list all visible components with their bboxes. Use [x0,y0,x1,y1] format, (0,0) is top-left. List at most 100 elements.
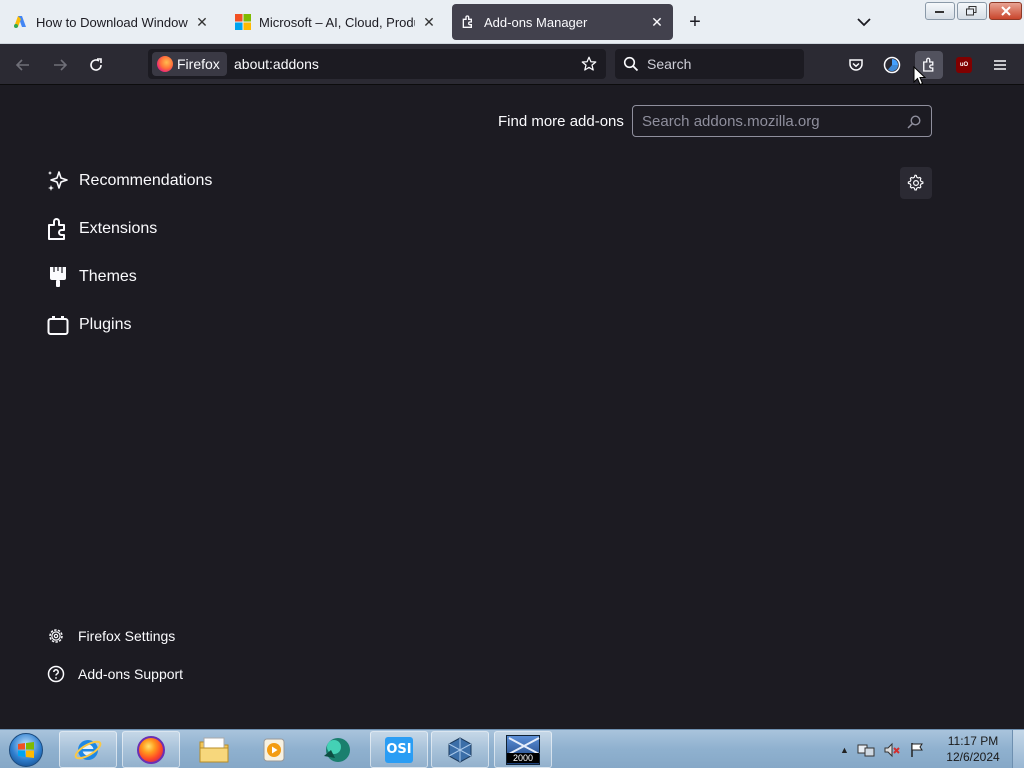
back-button[interactable] [10,52,36,78]
minimize-button[interactable] [925,2,955,20]
puzzle-icon [460,14,476,30]
reload-icon [90,58,102,71]
taskbar-file-explorer[interactable] [185,731,243,768]
restore-icon [966,6,977,16]
identity-box[interactable]: Firefox [152,52,227,76]
star-icon [581,56,597,71]
category-label: Plugins [79,316,132,333]
find-more-addons-label: Find more add-ons [498,113,624,130]
google-ads-icon [12,14,28,30]
new-tab-button[interactable]: + [683,10,707,34]
restore-button[interactable] [957,2,987,20]
plugin-icon [46,313,70,337]
taskbar-firefox[interactable] [122,731,180,768]
taskbar-clock[interactable]: 11:17 PM 12/6/2024 [940,733,1006,765]
search-icon [623,56,639,72]
start-button[interactable] [6,731,46,768]
amo-search-input[interactable]: Search addons.mozilla.org [632,105,932,137]
firefox-settings-link[interactable]: Firefox Settings [47,625,175,647]
virtualbox-icon [448,736,472,763]
tab-title: How to Download Windows 12 [36,14,188,30]
windows-logo-icon [9,732,43,767]
app-menu-button[interactable] [986,51,1014,79]
navigation-toolbar: Firefox about:addons Search uO [0,44,1024,85]
help-icon [47,665,65,683]
sparkle-icon [46,169,70,193]
addons-manager-page: Find more add-ons Search addons.mozilla.… [0,86,1024,729]
amo-search-placeholder: Search addons.mozilla.org [642,112,820,130]
tab-addons-manager[interactable]: Add-ons Manager ✕ [452,4,673,40]
volume-muted-icon[interactable] [883,742,901,758]
addons-support-link[interactable]: Add-ons Support [47,663,183,685]
brush-icon [46,265,70,289]
gear-icon [907,174,924,191]
bookmark-star-button[interactable] [578,53,600,75]
mouse-cursor-icon [913,66,927,86]
vm-label: 2000 [507,752,539,763]
firefox-logo-icon [137,735,165,764]
tab-close-icon[interactable]: ✕ [194,14,210,30]
category-label: Extensions [79,220,158,237]
minimize-icon [935,11,944,13]
tools-for-all-addons-button[interactable] [900,167,932,199]
internet-explorer-icon [74,739,102,760]
tab-close-icon[interactable]: ✕ [421,14,437,30]
footer-link-label: Add-ons Support [78,666,184,682]
category-extensions[interactable]: Extensions [46,213,157,245]
category-themes[interactable]: Themes [46,261,137,293]
search-bar[interactable]: Search [615,49,804,79]
vm-windows-2000-icon: 2000 [506,734,540,765]
hamburger-menu-icon [994,60,1006,70]
footer-link-label: Firefox Settings [78,628,176,644]
url-bar[interactable]: Firefox about:addons [148,49,606,79]
show-hidden-icons-button[interactable]: ▲ [840,745,849,755]
puzzle-icon [46,217,70,241]
taskbar-app-teal[interactable] [308,731,366,768]
category-plugins[interactable]: Plugins [46,309,131,341]
media-player-icon [263,738,285,761]
chevron-down-icon [857,18,871,27]
list-all-tabs-button[interactable] [852,10,876,34]
taskbar-internet-explorer[interactable] [59,731,117,768]
search-icon[interactable] [906,114,922,130]
osi-app-icon: OSI [385,736,413,763]
url-text[interactable]: about:addons [234,56,319,72]
windows-taskbar: OSI 2000 ▲ 11:17 PM 12/6/2024 [0,729,1024,768]
reload-button[interactable] [83,52,109,78]
folder-icon [199,737,229,762]
pocket-icon [849,59,863,71]
action-center-icon[interactable] [857,742,875,758]
identity-label: Firefox [177,56,220,72]
taskbar-windows-2000-vm[interactable]: 2000 [494,731,552,768]
pocket-button[interactable] [842,51,870,79]
tab-close-icon[interactable]: ✕ [649,14,665,30]
taskbar-media-player[interactable] [245,731,303,768]
forward-button[interactable] [47,52,73,78]
system-tray: ▲ [840,730,925,768]
forward-arrow-icon [54,59,68,71]
tab-how-to-download[interactable]: How to Download Windows 12 ✕ [4,4,218,40]
back-arrow-icon [15,59,29,71]
category-label: Recommendations [79,172,213,189]
ublock-origin-button[interactable]: uO [950,51,978,79]
clock-date: 12/6/2024 [946,750,1000,764]
tab-strip: How to Download Windows 12 ✕ Microsoft –… [0,0,1024,44]
show-desktop-button[interactable] [1012,730,1024,768]
tab-microsoft[interactable]: Microsoft – AI, Cloud, Productivity ✕ [227,4,445,40]
clock-time: 11:17 PM [947,734,999,748]
account-button[interactable] [878,51,906,79]
category-recommendations[interactable]: Recommendations [46,165,212,197]
taskbar-virtualbox[interactable] [431,731,489,768]
category-label: Themes [79,268,137,285]
account-sync-icon [883,56,901,74]
gear-icon [47,627,65,645]
window-controls [925,2,1022,20]
tab-title: Microsoft – AI, Cloud, Productivity [259,14,415,30]
taskbar-app-osi[interactable]: OSI [370,731,428,768]
search-placeholder: Search [647,56,692,72]
close-window-button[interactable] [989,2,1022,20]
microsoft-logo-icon [235,14,251,30]
tab-title: Add-ons Manager [484,14,588,30]
flag-icon[interactable] [909,742,925,758]
firefox-logo-icon [157,56,173,72]
